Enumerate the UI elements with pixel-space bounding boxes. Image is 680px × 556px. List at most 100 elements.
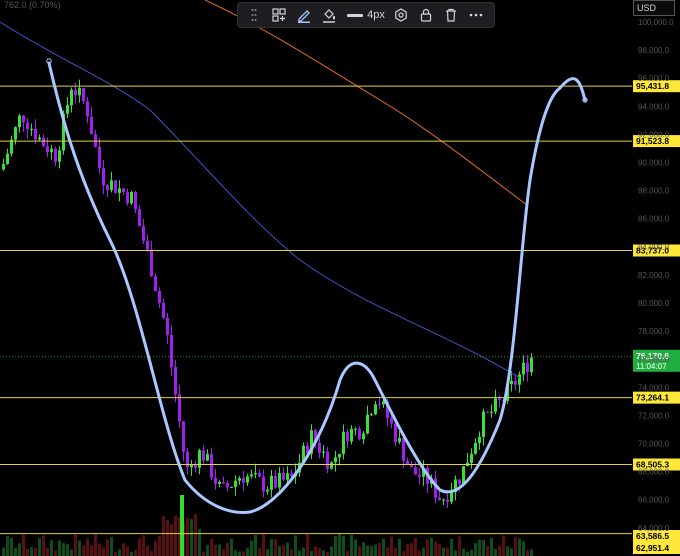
candle-body [86,101,89,117]
volume-bar [90,545,93,556]
line-width-selector[interactable]: 4px [347,9,385,21]
axis-tick-label: 88,000.0 [638,187,670,196]
volume-bar [38,538,41,556]
candle-body [18,115,21,128]
volume-bar [362,542,365,556]
pencil-color-icon[interactable] [293,4,316,26]
volume-bar [306,534,309,556]
volume-bar [142,535,145,556]
volume-bar [322,550,325,556]
axis-tick-label: 66,000.0 [638,496,670,505]
lock-icon[interactable] [414,4,437,26]
volume-bar [230,538,233,556]
currency-selector[interactable]: USD [633,0,675,16]
volume-bar [94,534,97,556]
candle-body [146,240,149,250]
candle-body [22,115,25,123]
candle-body [162,302,165,318]
axis-tick-label: 94,000.0 [638,102,670,111]
volume-bar [166,519,169,556]
candle-body [378,404,381,406]
moving-average-orange [204,0,528,206]
axis-tick-label: 96,000.0 [638,74,670,83]
axis-tick-label: 82,000.0 [638,271,670,280]
horizontal-levels: 95,431.891,523.883,737.073,264.168,505.3… [0,80,680,554]
volume-bar [22,534,25,556]
candle-body [174,367,177,395]
fill-color-icon[interactable] [318,4,341,26]
volume-bar [430,537,433,556]
settings-icon[interactable] [389,4,412,26]
volume-bar [414,537,417,556]
volume-bar [190,519,193,556]
candle-body [94,134,97,147]
volume-bar [130,551,133,556]
ohlc-change-text: 762.0 (0.70%) [4,0,61,10]
more-icon[interactable] [465,4,488,26]
volume-bar [262,534,265,556]
volume-bar [254,534,257,556]
candle-body [398,437,401,443]
volume-bar [46,547,49,556]
candle-body [334,457,337,463]
candle-body [254,473,257,475]
volume-bar [274,539,277,556]
candle-body [122,188,125,193]
candle-body [166,317,169,335]
volume-bar [138,538,141,556]
candle-body [498,398,501,401]
volume-bar [326,551,329,556]
candle-body [6,153,9,165]
candle-body [158,290,161,303]
volume-bar [338,534,341,556]
candle-body [494,398,497,412]
volume-bar [226,542,229,556]
candle-body [242,478,245,483]
axis-tick-label: 90,000.0 [638,159,670,168]
volume-bar [30,546,33,556]
candle-body [354,428,357,430]
candle-body [326,451,329,469]
candle-body [30,128,33,130]
volume-bar [478,539,481,556]
volume-bar [510,548,513,556]
volume-bar [110,537,113,556]
candle-body [226,483,229,488]
volume-bar [422,547,425,556]
trash-icon[interactable] [439,4,462,26]
templates-icon[interactable] [267,4,290,26]
candle-body [50,148,53,153]
candle-body [214,477,217,484]
volume-bar [246,547,249,556]
candle-body [530,357,533,373]
volume-bar [118,549,121,556]
drag-handle-icon[interactable] [242,4,265,26]
candle-body [2,164,5,170]
drawing-toolbar: 4px [237,2,495,28]
volume-bar [6,536,9,556]
volume-bar [454,550,457,556]
candle-body [518,374,521,385]
candle-body [282,472,285,480]
candle-body [350,428,353,442]
candle-body [246,476,249,483]
volume-bar [222,549,225,556]
volume-bar [406,543,409,556]
volume-bar [318,548,321,556]
candle-body [238,478,241,481]
volume-bar [114,551,117,556]
volume-bar [390,536,393,556]
volume-bar [418,550,421,556]
volume-bar [162,515,165,556]
candle-body [390,418,393,424]
candle-body [90,116,93,135]
candle-body [170,334,173,368]
cup-drawing[interactable] [47,61,587,515]
candle-body [522,362,525,375]
volume-bar [442,547,445,556]
level-price-label: 62,951.4 [636,543,669,553]
candle-body [142,226,145,241]
volume-bar [234,550,237,556]
volume-bar [258,548,261,556]
price-chart[interactable]: 95,431.891,523.883,737.073,264.168,505.3… [0,0,680,556]
